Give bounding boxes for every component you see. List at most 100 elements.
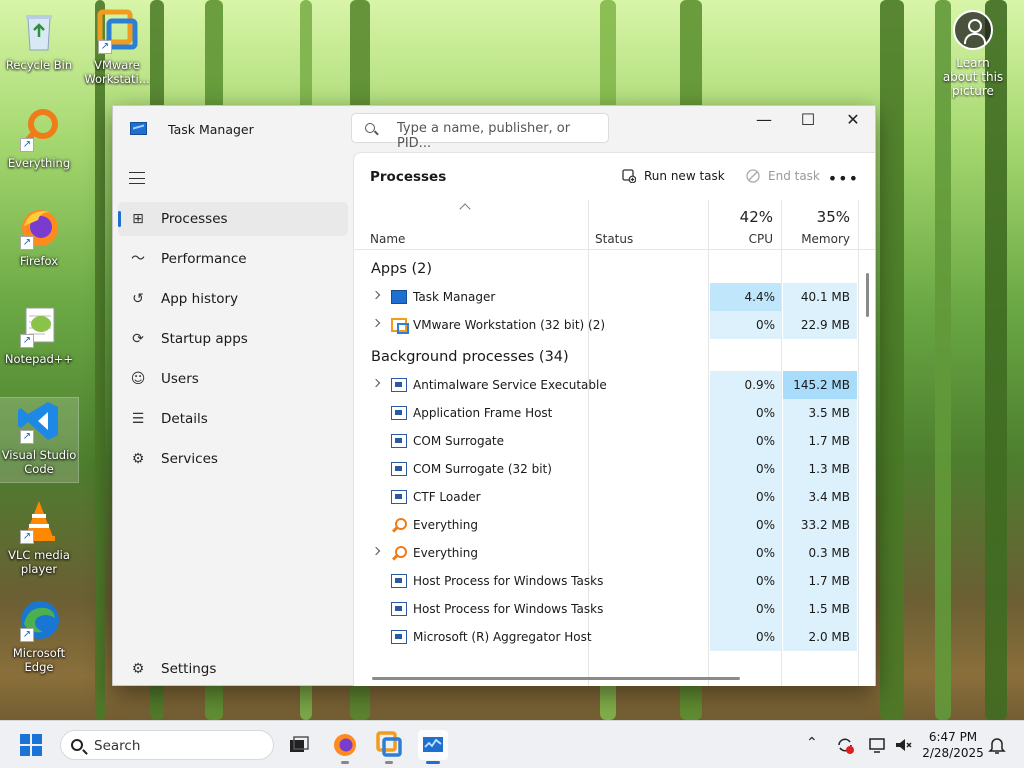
minimize-button[interactable]: — xyxy=(741,106,787,136)
group-label: Apps (2) xyxy=(371,261,433,277)
table-row[interactable]: CTF Loader 0% 3.4 MB xyxy=(354,483,858,511)
vertical-scrollbar[interactable] xyxy=(866,273,869,317)
memory-cell: 2.0 MB xyxy=(783,623,857,651)
memory-cell: 1.7 MB xyxy=(783,567,857,595)
desktop-icon-firefox[interactable]: ↗ Firefox xyxy=(0,204,78,268)
camera-info-icon xyxy=(953,10,993,50)
close-button[interactable]: ✕ xyxy=(830,106,876,136)
nav-processes[interactable]: ⊞ Processes xyxy=(118,202,348,236)
shortcut-arrow-icon: ↗ xyxy=(20,530,34,544)
taskbar-vmware[interactable] xyxy=(374,730,404,764)
more-options-button[interactable]: ••• xyxy=(828,169,859,188)
cpu-cell: 0% xyxy=(710,511,781,539)
desktop-icon-edge[interactable]: ↗ Microsoft Edge xyxy=(0,596,78,674)
cpu-cell: 0% xyxy=(710,567,781,595)
hamburger-menu-icon[interactable] xyxy=(129,172,145,184)
table-row[interactable]: COM Surrogate (32 bit) 0% 1.3 MB xyxy=(354,455,858,483)
title-bar[interactable]: Task Manager Type a name, publisher, or … xyxy=(113,106,875,152)
desktop-icon-vscode[interactable]: ↗ Visual Studio Code xyxy=(0,397,79,483)
nav-services[interactable]: ⚙ Services xyxy=(118,442,348,476)
shortcut-arrow-icon: ↗ xyxy=(20,334,34,348)
nav-users[interactable]: ☺ Users xyxy=(118,362,348,396)
table-row[interactable]: Host Process for Windows Tasks 0% 1.5 MB xyxy=(354,595,858,623)
expand-chevron-icon[interactable] xyxy=(371,546,381,556)
nav-settings[interactable]: ⚙ Settings xyxy=(118,652,348,686)
process-search-input[interactable]: Type a name, publisher, or PID... xyxy=(351,113,609,151)
start-button[interactable] xyxy=(20,734,42,756)
desktop-icon-vmware[interactable]: ↗ VMware Workstati... xyxy=(78,8,156,86)
table-row[interactable]: Everything 0% 33.2 MB xyxy=(354,511,858,539)
end-task-icon xyxy=(746,169,760,183)
sync-icon[interactable] xyxy=(835,735,855,759)
column-status[interactable]: Status xyxy=(588,200,708,250)
memory-cell: 1.7 MB xyxy=(783,427,857,455)
desktop-icon-recycle-bin[interactable]: Recycle Bin xyxy=(0,8,78,72)
maximize-button[interactable]: ☐ xyxy=(785,106,831,136)
taskbar: Search ⌃ 6:47 PM 2/28/2025 xyxy=(0,720,1024,768)
app-history-icon: ↺ xyxy=(132,291,144,307)
show-hidden-icons-chevron-icon[interactable]: ⌃ xyxy=(806,735,818,751)
nav-startup-apps[interactable]: ⟳ Startup apps xyxy=(118,322,348,356)
startup-apps-icon: ⟳ xyxy=(132,331,144,347)
task-manager-icon xyxy=(130,122,147,135)
table-row[interactable]: COM Surrogate 0% 1.7 MB xyxy=(354,427,858,455)
system-clock[interactable]: 6:47 PM 2/28/2025 xyxy=(918,729,988,761)
taskbar-search[interactable]: Search xyxy=(60,730,274,760)
cpu-cell: 4.4% xyxy=(710,283,781,311)
memory-cell: 1.5 MB xyxy=(783,595,857,623)
process-name: Application Frame Host xyxy=(413,406,553,420)
table-row[interactable]: Microsoft (R) Aggregator Host 0% 2.0 MB xyxy=(354,623,858,651)
nav-performance[interactable]: 〜 Performance xyxy=(118,242,348,276)
cpu-cell: 0% xyxy=(710,623,781,651)
group-header[interactable]: Background processes (34) xyxy=(354,339,858,371)
process-name: COM Surrogate xyxy=(413,434,505,448)
desktop-icon-vlc[interactable]: ↗ VLC media player xyxy=(0,498,78,576)
firefox-icon: ↗ xyxy=(16,204,62,250)
sidebar: ⊞ Processes 〜 Performance ↺ App history … xyxy=(113,152,353,686)
table-row[interactable]: Host Process for Windows Tasks 0% 1.7 MB xyxy=(354,567,858,595)
window-title: Task Manager xyxy=(168,122,254,137)
taskbar-task-manager[interactable] xyxy=(418,730,448,764)
column-name[interactable]: Name xyxy=(354,200,588,250)
vscode-icon: ↗ xyxy=(16,398,62,444)
learn-about-picture[interactable]: Learn about this picture xyxy=(938,10,1008,98)
expand-chevron-icon[interactable] xyxy=(371,290,381,300)
run-new-task-button[interactable]: Run new task xyxy=(622,169,725,183)
end-task-button[interactable]: End task xyxy=(746,169,820,183)
column-memory[interactable]: 35% Memory xyxy=(782,200,858,250)
column-cpu[interactable]: 42% CPU xyxy=(709,200,781,250)
notification-bell-icon[interactable] xyxy=(988,735,1006,759)
process-name: Host Process for Windows Tasks xyxy=(413,574,604,588)
table-row[interactable]: Everything 0% 0.3 MB xyxy=(354,539,858,567)
everything-icon: ↗ xyxy=(16,106,62,152)
group-label: Background processes (34) xyxy=(371,349,569,365)
desktop-icon-everything[interactable]: ↗ Everything xyxy=(0,106,78,170)
taskbar-task-view[interactable] xyxy=(284,730,314,760)
network-icon[interactable] xyxy=(868,735,888,759)
memory-cell: 0.3 MB xyxy=(783,539,857,567)
table-row[interactable]: Task Manager 4.4% 40.1 MB xyxy=(354,283,858,311)
recycle-bin-icon xyxy=(16,8,62,54)
volume-muted-icon[interactable] xyxy=(893,735,913,759)
desktop-icon-notepadpp[interactable]: ↗ Notepad++ xyxy=(0,302,78,366)
process-name: Microsoft (R) Aggregator Host xyxy=(413,630,592,644)
table-row[interactable]: VMware Workstation (32 bit) (2) 0% 22.9 MB xyxy=(354,311,858,339)
process-icon xyxy=(391,434,407,448)
table-row[interactable]: Application Frame Host 0% 3.5 MB xyxy=(354,399,858,427)
taskbar-firefox[interactable] xyxy=(330,730,360,764)
horizontal-scrollbar[interactable] xyxy=(372,677,740,680)
nav-details[interactable]: ☰ Details xyxy=(118,402,348,436)
group-header[interactable]: Apps (2) xyxy=(354,251,858,283)
memory-cell: 3.5 MB xyxy=(783,399,857,427)
settings-gear-icon: ⚙ xyxy=(131,661,145,677)
expand-chevron-icon[interactable] xyxy=(371,318,381,328)
windows-logo-icon xyxy=(20,734,30,744)
process-name: Everything xyxy=(413,546,478,560)
process-icon xyxy=(391,378,407,392)
expand-chevron-icon[interactable] xyxy=(371,378,381,388)
process-name: VMware Workstation (32 bit) (2) xyxy=(413,318,606,332)
table-header: Name Status 42% CPU 35% Memory xyxy=(354,200,875,250)
services-icon: ⚙ xyxy=(131,451,145,467)
table-row[interactable]: Antimalware Service Executable 0.9% 145.2 … xyxy=(354,371,858,399)
nav-app-history[interactable]: ↺ App history xyxy=(118,282,348,316)
